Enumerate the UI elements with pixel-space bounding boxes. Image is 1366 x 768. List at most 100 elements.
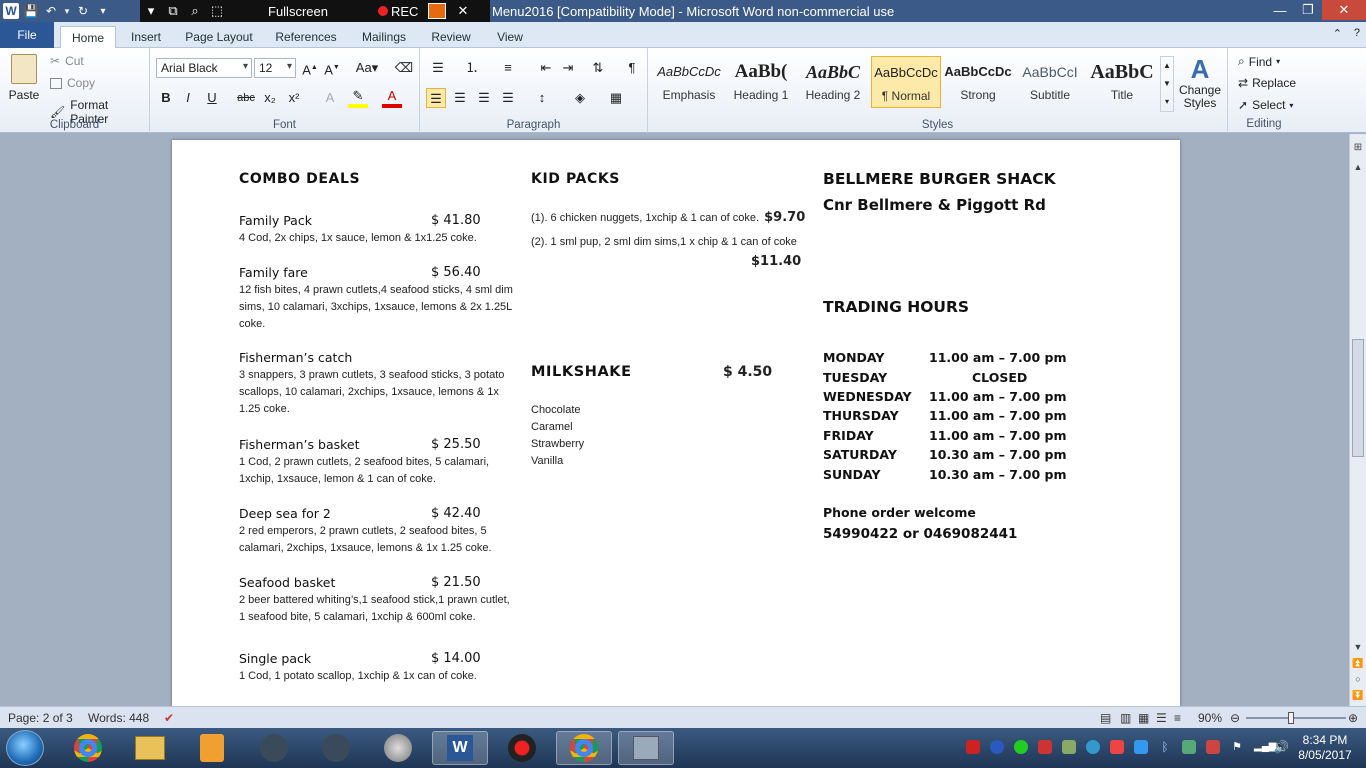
app-taskbar-icon[interactable] (308, 731, 364, 765)
tab-insert[interactable]: Insert (124, 26, 168, 48)
vertical-scrollbar[interactable]: ⊞ ▲ ▼ ⏫ ○ ⏬ (1349, 134, 1366, 706)
tray-icon[interactable] (1038, 740, 1052, 754)
decrease-indent-icon[interactable]: ⇤ (536, 58, 556, 78)
style-title[interactable]: AaBbC Title (1087, 56, 1157, 108)
clear-formatting-icon[interactable]: ⌫ (394, 58, 414, 78)
system-clock[interactable]: 8:34 PM 8/05/2017 (1290, 733, 1360, 763)
word-app-icon[interactable]: W (2, 2, 20, 20)
scroll-down-icon[interactable]: ▼ (1350, 642, 1366, 652)
tray-icon[interactable] (966, 740, 980, 754)
word-taskbar-icon[interactable]: W (432, 731, 488, 765)
superscript-button[interactable]: x² (284, 88, 304, 108)
shrink-font-icon[interactable]: A▼ (322, 58, 342, 78)
tab-view[interactable]: View (488, 26, 532, 48)
explorer-taskbar-icon[interactable] (122, 731, 178, 765)
zoom-level[interactable]: 90% (1198, 711, 1222, 725)
recorder-region-icon[interactable]: ⬚ (206, 3, 228, 19)
recorder-menu-icon[interactable]: ▾ (140, 3, 162, 19)
paste-button[interactable]: Paste (6, 54, 42, 104)
minimize-button[interactable]: — (1266, 0, 1294, 20)
underline-button[interactable]: U (202, 88, 222, 108)
font-family-select[interactable]: Arial Black (156, 58, 252, 78)
record-button[interactable]: REC (378, 4, 428, 19)
tray-icon[interactable] (1110, 740, 1124, 754)
styles-scroll-icon[interactable]: ▲ ▼ ▾ (1160, 56, 1174, 112)
select-button[interactable]: ➚ Select ▾ (1238, 98, 1293, 112)
replace-button[interactable]: ⇄ Replace (1238, 76, 1296, 90)
tab-review[interactable]: Review (426, 26, 476, 48)
bullets-icon[interactable]: ☰ (428, 58, 448, 78)
font-size-select[interactable]: 12 (254, 58, 296, 78)
italic-button[interactable]: I (178, 88, 198, 108)
tray-icon[interactable] (1086, 740, 1100, 754)
tab-file[interactable]: File (0, 22, 54, 48)
shading-icon[interactable]: ◈ (570, 88, 590, 108)
multilevel-list-icon[interactable]: ≡ (498, 58, 518, 78)
style-heading-1[interactable]: AaBb(Heading 1 (726, 56, 796, 108)
zoom-slider[interactable] (1246, 717, 1346, 719)
media-player-taskbar-icon[interactable] (184, 731, 240, 765)
draft-icon[interactable]: ≡ (1174, 711, 1181, 725)
align-center-icon[interactable]: ☰ (450, 88, 470, 108)
style-heading-2[interactable]: AaBbC Heading 2 (798, 56, 868, 108)
camera-icon[interactable] (428, 3, 446, 19)
numbering-icon[interactable]: ⒈ (462, 58, 482, 78)
zoom-in-icon[interactable]: ⊕ (1348, 711, 1358, 725)
style-normal[interactable]: AaBbCcDc ¶ Normal (871, 56, 941, 108)
tray-icon[interactable] (1014, 740, 1028, 754)
proofing-icon[interactable]: ✔ (164, 711, 174, 725)
tab-mailings[interactable]: Mailings (354, 26, 414, 48)
bluetooth-icon[interactable]: ᛒ (1158, 740, 1172, 754)
tray-icon[interactable] (1206, 740, 1220, 754)
find-button[interactable]: ⌕ Find ▾ (1238, 54, 1280, 69)
recorder-window-icon[interactable]: ⧉ (162, 3, 184, 19)
align-right-icon[interactable]: ☰ (474, 88, 494, 108)
app-taskbar-icon[interactable] (246, 731, 302, 765)
font-color-button[interactable]: A (382, 88, 402, 108)
show-formatting-icon[interactable]: ¶ (622, 58, 642, 78)
next-page-icon[interactable]: ⏬ (1350, 690, 1366, 701)
tray-icon[interactable] (990, 740, 1004, 754)
speaker-taskbar-icon[interactable] (370, 731, 426, 765)
volume-icon[interactable]: 🔊 (1274, 740, 1289, 754)
browse-object-icon[interactable]: ○ (1350, 674, 1366, 684)
style-strong[interactable]: AaBbCcDc Strong (943, 56, 1013, 108)
chrome-taskbar-icon[interactable] (60, 731, 116, 765)
recorder-fullscreen-label[interactable]: Fullscreen (268, 4, 378, 19)
maximize-button[interactable]: ❐ (1294, 0, 1322, 20)
dropdown-icon[interactable]: ▾ (62, 2, 72, 20)
change-case-icon[interactable]: Aa▾ (354, 58, 380, 78)
scroll-thumb[interactable] (1352, 339, 1364, 457)
close-button[interactable]: ✕ (1322, 0, 1366, 20)
increase-indent-icon[interactable]: ⇥ (558, 58, 578, 78)
network-taskbar-icon[interactable] (618, 731, 674, 765)
previous-page-icon[interactable]: ⏫ (1350, 658, 1366, 669)
borders-icon[interactable]: ▦ (606, 88, 626, 108)
align-left-icon[interactable]: ☰ (426, 88, 446, 108)
recorder-taskbar-icon[interactable] (494, 731, 550, 765)
grow-font-icon[interactable]: A▲ (300, 58, 320, 78)
customize-toolbar-icon[interactable]: ▾ (94, 2, 112, 20)
tab-references[interactable]: References (270, 26, 342, 48)
sort-icon[interactable]: ⇅ (588, 58, 608, 78)
strikethrough-button[interactable]: abc (236, 88, 256, 108)
scroll-up-icon[interactable]: ▲ (1350, 162, 1366, 172)
outline-icon[interactable]: ☰ (1156, 711, 1167, 725)
text-effects-icon[interactable]: A (320, 88, 340, 108)
network-signal-icon[interactable]: ▂▄▆ (1254, 740, 1276, 754)
web-layout-icon[interactable]: ▦ (1138, 711, 1149, 725)
minimize-ribbon-icon[interactable]: ⌃ (1333, 27, 1342, 40)
zoom-slider-knob[interactable] (1288, 712, 1294, 724)
recorder-zoom-icon[interactable]: ⌕ (184, 3, 206, 19)
change-styles-button[interactable]: A Change Styles (1178, 54, 1222, 110)
subscript-button[interactable]: x₂ (260, 88, 280, 108)
redo-icon[interactable]: ↻ (74, 2, 92, 20)
zoom-out-icon[interactable]: ⊖ (1230, 711, 1240, 725)
tray-icon[interactable] (1062, 740, 1076, 754)
highlight-icon[interactable]: ✎ (348, 88, 368, 108)
save-icon[interactable]: 💾 (22, 2, 40, 20)
cut-button[interactable]: ✂ Cut (50, 54, 84, 68)
recorder-close-icon[interactable]: ✕ (452, 3, 474, 19)
start-button[interactable] (6, 730, 44, 766)
copy-button[interactable]: Copy (50, 76, 95, 90)
